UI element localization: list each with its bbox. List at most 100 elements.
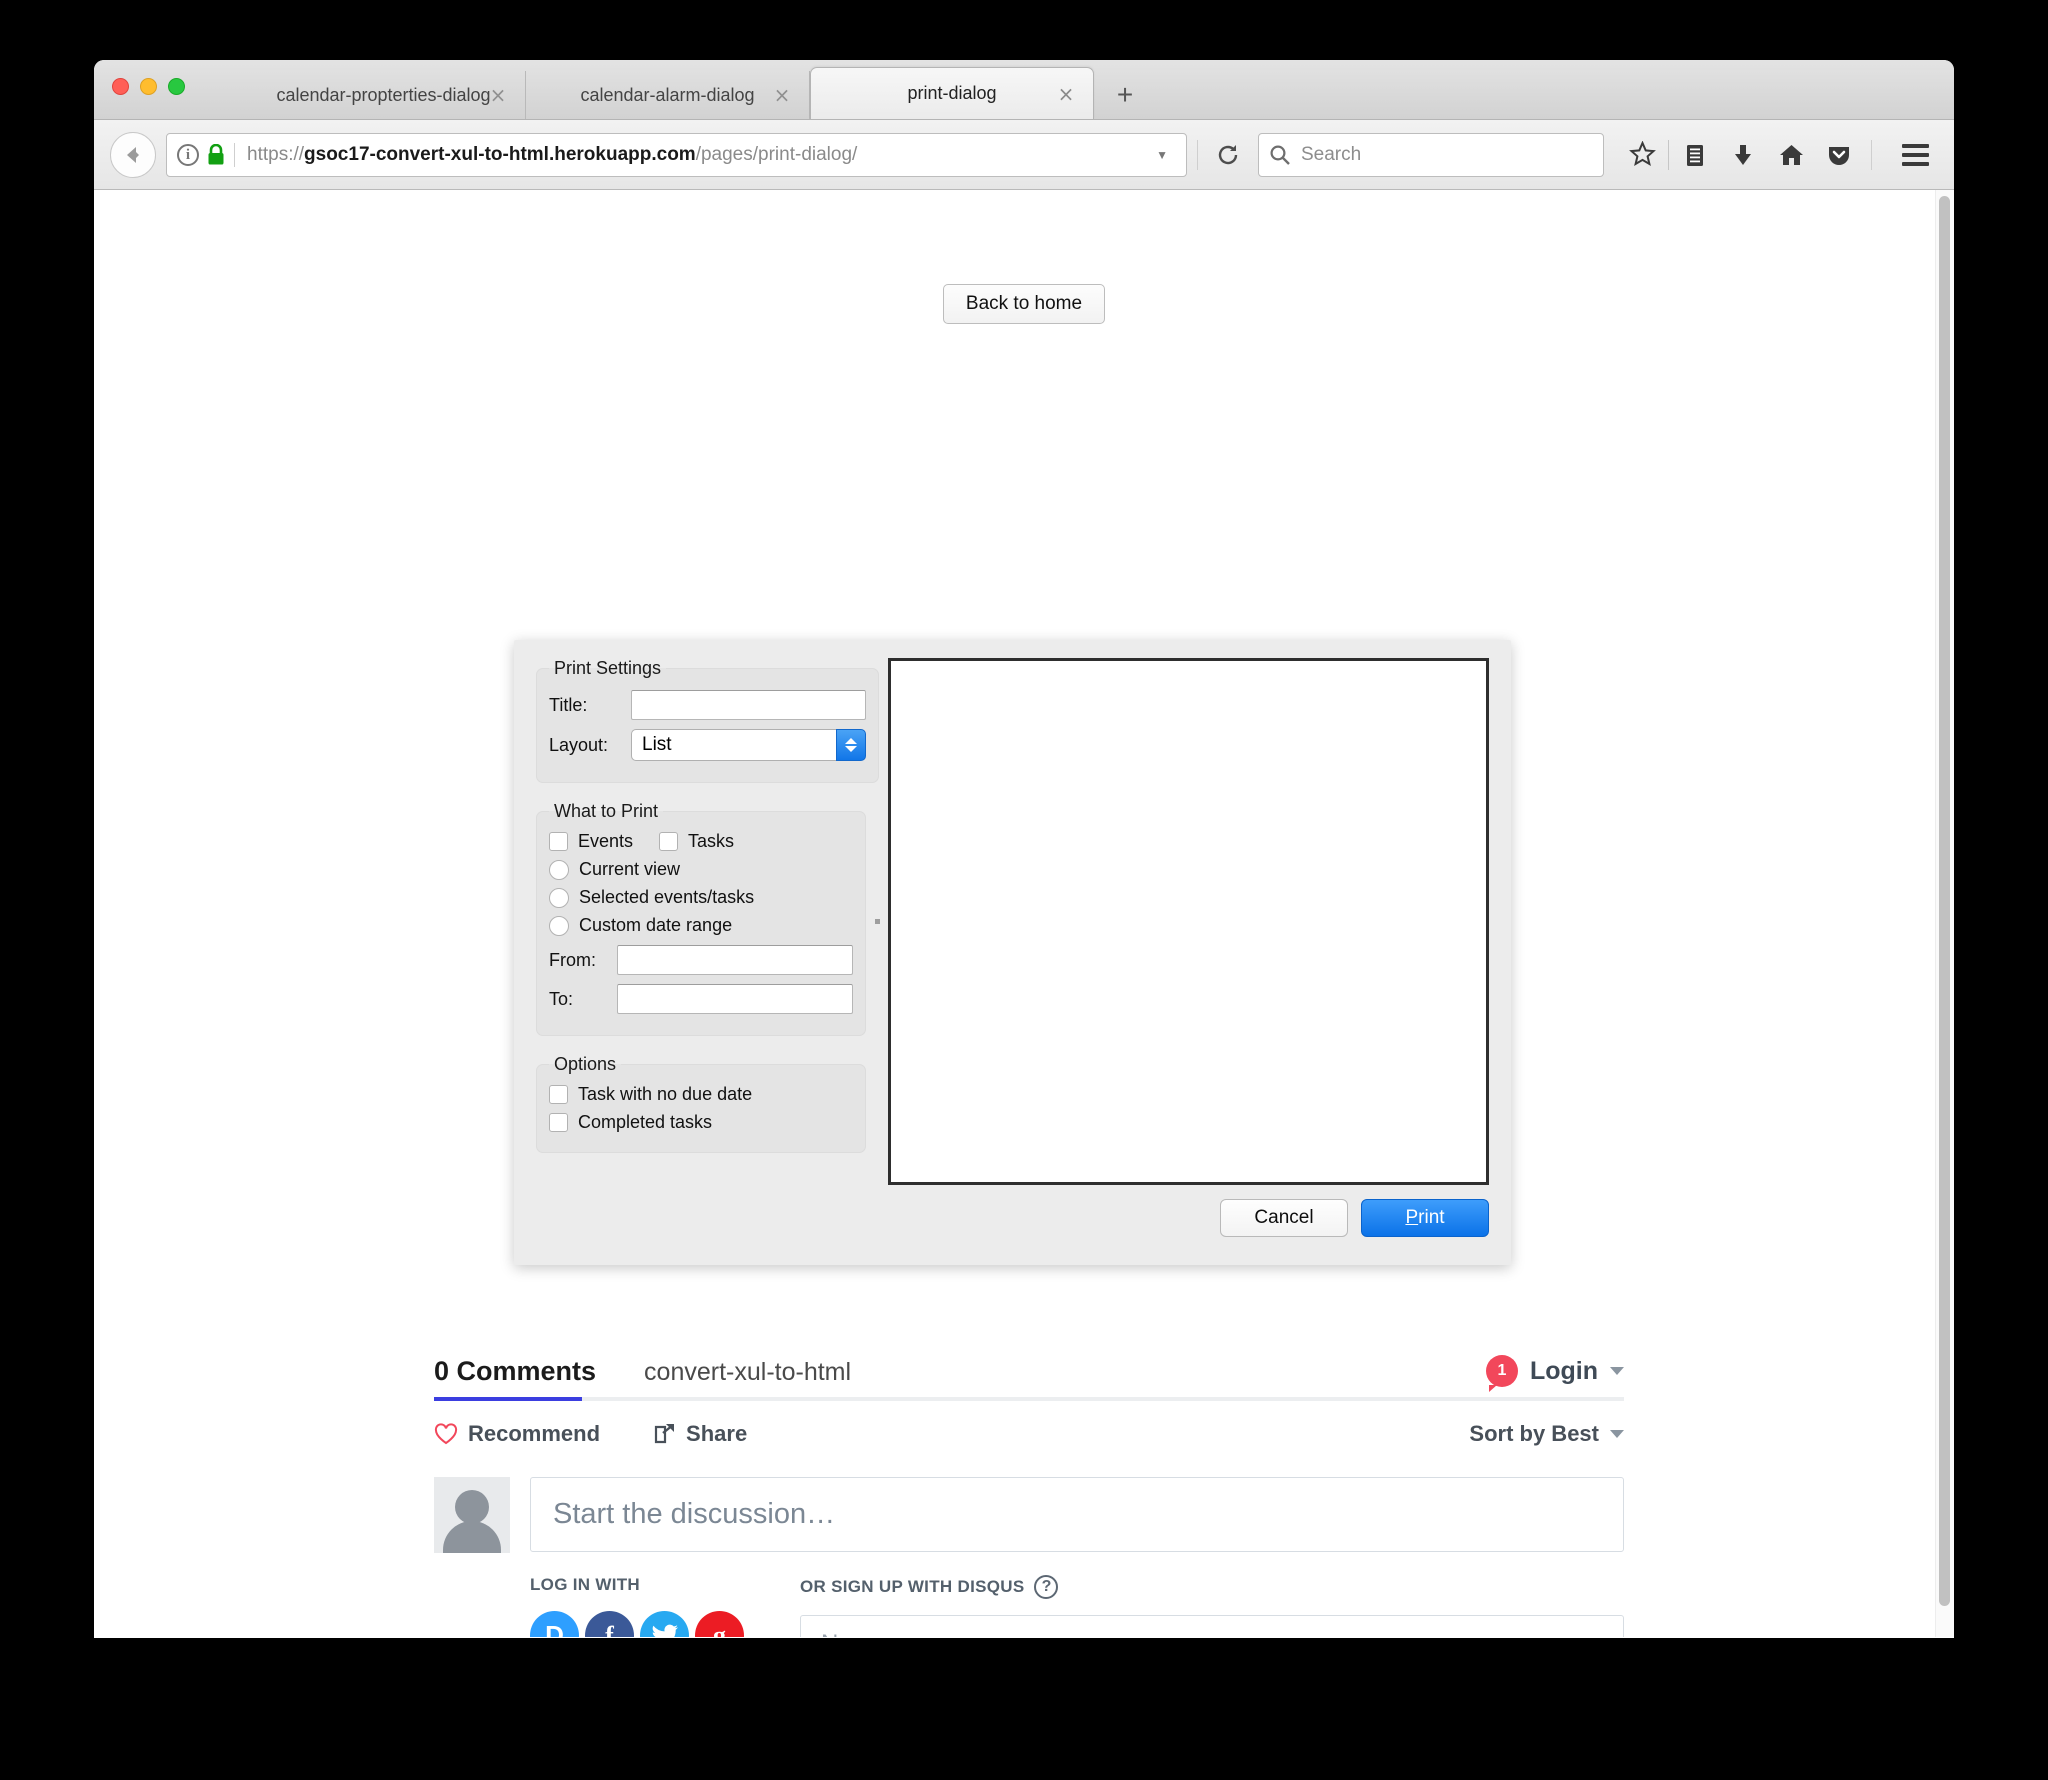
share-icon (654, 1424, 675, 1444)
twitter-bird-icon (652, 1624, 678, 1637)
tab-list: calendar-propterties-dialog × calendar-a… (242, 60, 1148, 119)
menu-hamburger-button[interactable] (1892, 133, 1938, 177)
checkbox-completed-tasks[interactable] (549, 1113, 568, 1132)
navigation-toolbar: i https://gsoc17-convert-xul-to-html.her… (94, 120, 1954, 190)
help-question-icon[interactable]: ? (1034, 1575, 1059, 1599)
tab-label: calendar-propterties-dialog (276, 84, 491, 105)
tab-print-dialog[interactable]: print-dialog × (810, 67, 1094, 119)
print-settings-legend: Print Settings (554, 658, 662, 678)
close-icon[interactable]: × (773, 85, 791, 105)
disqus-signup-row: LOG IN WITH D f g OR SIGN UP WITH DISQUS… (434, 1553, 1624, 1637)
info-icon[interactable]: i (177, 143, 199, 166)
checkbox-task-with-no-due-date[interactable] (549, 1085, 568, 1104)
url-bar[interactable]: i https://gsoc17-convert-xul-to-html.her… (166, 132, 1187, 177)
custom-date-range-label: Custom date range (579, 915, 733, 935)
what-to-print-group: What to Print Events Tasks Current view (536, 801, 866, 1036)
login-with-column: LOG IN WITH D f g (530, 1575, 800, 1637)
zoom-window-icon[interactable] (168, 78, 185, 95)
layout-select[interactable]: List (631, 729, 866, 761)
minimize-window-icon[interactable] (140, 78, 157, 95)
option-row-no-due-date: Task with no due date (549, 1084, 853, 1105)
from-input[interactable] (617, 945, 853, 975)
tab-calendar-alarm-dialog[interactable]: calendar-alarm-dialog × (526, 71, 810, 119)
login-label: Login (1529, 1356, 1598, 1385)
share-button[interactable]: Share (652, 1421, 747, 1447)
close-window-icon[interactable] (112, 78, 129, 95)
bookmark-star-button[interactable] (1620, 133, 1664, 177)
lock-icon[interactable] (207, 143, 225, 166)
twitter-login-icon[interactable] (640, 1611, 689, 1637)
reload-icon (1218, 144, 1238, 164)
notification-badge: 1 (1485, 1355, 1518, 1392)
downloads-button[interactable] (1721, 133, 1765, 177)
url-text: https://gsoc17-convert-xul-to-html.herok… (247, 143, 858, 165)
cancel-button[interactable]: Cancel (1220, 1199, 1348, 1237)
recommend-label: Recommend (468, 1421, 601, 1446)
radio-current-view[interactable] (549, 859, 569, 880)
name-input[interactable]: Name (800, 1615, 1624, 1637)
google-login-icon[interactable]: g (695, 1611, 744, 1637)
disqus-section: 0 Comments convert-xul-to-html 1 Login R… (434, 1355, 1624, 1637)
layout-label: Layout: (549, 734, 609, 755)
disqus-header: 0 Comments convert-xul-to-html 1 Login (434, 1355, 1624, 1397)
radio-custom-date-range[interactable] (549, 915, 569, 936)
checkbox-events[interactable] (549, 832, 568, 851)
print-settings-group: Print Settings Title: Layout: List (536, 658, 879, 783)
vertical-scrollbar[interactable] (1935, 190, 1954, 1637)
toolbar-divider (1197, 139, 1198, 170)
disqus-login-icon[interactable]: D (530, 1611, 579, 1637)
pocket-button[interactable] (1817, 133, 1861, 177)
current-view-label: Current view (579, 859, 681, 879)
scrollbar-thumb[interactable] (1939, 196, 1950, 1606)
options-legend: Options (554, 1054, 617, 1074)
print-dialog-body: Print Settings Title: Layout: List What … (514, 640, 1511, 1185)
stepper-arrows-icon[interactable] (836, 729, 866, 761)
new-tab-button[interactable]: + (1102, 71, 1148, 119)
layout-row: Layout: List (549, 729, 866, 761)
recommend-button[interactable]: Recommend (434, 1421, 600, 1447)
back-to-home-button[interactable]: Back to home (942, 284, 1106, 324)
disqus-tab-underline (434, 1397, 1624, 1401)
dropdown-marker-icon[interactable]: ▼ (1144, 148, 1180, 162)
menu-hamburger-icon (1901, 143, 1929, 148)
bookmark-star-icon (1628, 141, 1656, 167)
sort-label: Sort by Best (1469, 1421, 1599, 1446)
print-preview-column (888, 658, 1489, 1185)
login-area[interactable]: 1 Login (1485, 1355, 1624, 1397)
disqus-actions: Recommend Share Sort by Best (434, 1401, 1624, 1447)
layout-select-value: List (631, 729, 836, 761)
signup-caption-row: OR SIGN UP WITH DISQUS ? (800, 1575, 1624, 1599)
menu-hamburger-icon (1901, 152, 1929, 157)
library-button[interactable] (1673, 133, 1717, 177)
title-label: Title: (549, 694, 588, 715)
radio-selected-events-tasks[interactable] (549, 887, 569, 908)
dialog-splitter[interactable] (866, 658, 888, 1185)
log-in-with-label: LOG IN WITH (530, 1575, 641, 1594)
screen: calendar-propterties-dialog × calendar-a… (0, 0, 2048, 1780)
comment-input[interactable]: Start the discussion… (530, 1477, 1624, 1552)
print-preview-pane (888, 658, 1489, 1185)
to-input[interactable] (617, 984, 853, 1014)
facebook-login-icon[interactable]: f (585, 1611, 634, 1637)
search-bar[interactable]: Search (1258, 132, 1604, 177)
back-button[interactable] (110, 131, 156, 178)
chevron-down-icon (1610, 1430, 1624, 1438)
print-accesskey: P (1405, 1207, 1419, 1228)
reload-button[interactable] (1208, 142, 1248, 168)
browser-window: calendar-propterties-dialog × calendar-a… (94, 60, 1954, 1638)
tab-strip: calendar-propterties-dialog × calendar-a… (94, 60, 1954, 120)
to-row: To: (549, 984, 853, 1014)
close-icon[interactable]: × (489, 85, 507, 105)
tab-label: print-dialog (907, 83, 997, 103)
tab-calendar-propterties-dialog[interactable]: calendar-propterties-dialog × (242, 71, 526, 119)
sort-dropdown[interactable]: Sort by Best (1469, 1421, 1624, 1447)
close-icon[interactable]: × (1057, 84, 1075, 104)
checkbox-tasks[interactable] (659, 832, 679, 851)
disqus-site-name[interactable]: convert-xul-to-html (644, 1358, 851, 1397)
title-row: Title: (549, 690, 866, 720)
home-button[interactable] (1769, 133, 1813, 177)
heart-icon (434, 1423, 458, 1445)
title-input[interactable] (631, 690, 866, 720)
disqus-compose-row: Start the discussion… (434, 1447, 1624, 1553)
print-button[interactable]: Print (1361, 1199, 1489, 1237)
